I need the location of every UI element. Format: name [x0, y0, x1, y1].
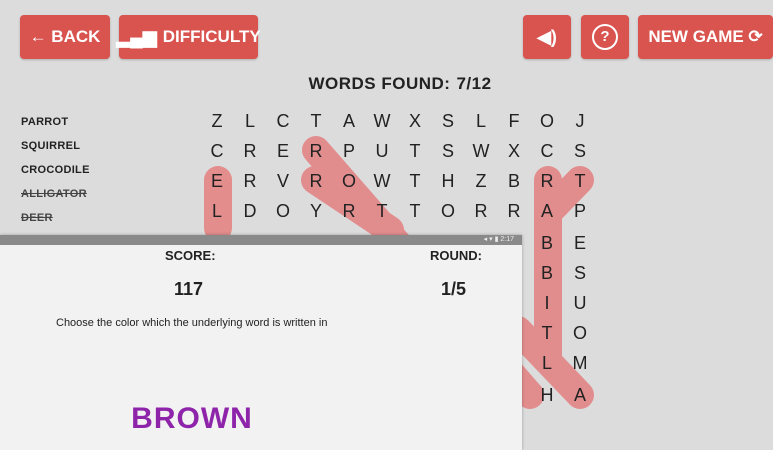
grid-letter[interactable]: Y — [299, 200, 333, 222]
grid-letter[interactable]: S — [563, 140, 597, 162]
grid-letter[interactable]: T — [365, 200, 399, 222]
grid-letter[interactable]: V — [266, 170, 300, 192]
sound-button[interactable]: ◀) — [523, 15, 571, 59]
new-game-button[interactable]: NEW GAME ⟳ — [638, 15, 773, 59]
grid-letter[interactable]: L — [233, 110, 267, 132]
grid-letter[interactable]: E — [266, 140, 300, 162]
grid-letter[interactable]: R — [530, 170, 564, 192]
grid-letter[interactable]: R — [299, 140, 333, 162]
grid-letter[interactable]: R — [299, 170, 333, 192]
grid-letter[interactable]: C — [530, 140, 564, 162]
grid-letter[interactable]: F — [497, 110, 531, 132]
grid-letter[interactable]: P — [563, 200, 597, 222]
word-list-item-found: DEER — [21, 212, 53, 224]
grid-letter[interactable]: T — [563, 170, 597, 192]
grid-letter[interactable]: R — [332, 200, 366, 222]
word-list-item: SQUIRREL — [21, 140, 81, 152]
score-value: 117 — [174, 279, 204, 299]
grid-letter[interactable]: B — [530, 262, 564, 284]
grid-letter[interactable]: T — [530, 322, 564, 344]
grid-letter[interactable]: O — [431, 200, 465, 222]
grid-letter[interactable]: S — [563, 262, 597, 284]
instruction-text: Choose the color which the underlying wo… — [56, 317, 328, 329]
grid-letter[interactable]: T — [398, 140, 432, 162]
grid-letter[interactable]: O — [266, 200, 300, 222]
speaker-icon: ◀) — [537, 27, 557, 47]
difficulty-button[interactable]: ▂▄▆ DIFFICULTY — [116, 15, 261, 59]
grid-letter[interactable]: H — [431, 170, 465, 192]
word-list-item-found: ALLIGATOR — [21, 188, 87, 200]
grid-letter[interactable]: D — [233, 200, 267, 222]
grid-letter[interactable]: O — [332, 170, 366, 192]
grid-letter[interactable]: T — [299, 110, 333, 132]
color-word-button[interactable]: BROWN — [0, 402, 384, 436]
help-circle-icon: ? — [592, 24, 618, 50]
grid-letter[interactable]: H — [530, 384, 564, 406]
grid-letter[interactable]: T — [398, 170, 432, 192]
grid-letter[interactable]: S — [431, 140, 465, 162]
help-button[interactable]: ? — [581, 15, 629, 59]
grid-letter[interactable]: J — [563, 110, 597, 132]
round-label: ROUND: — [430, 248, 482, 263]
color-quiz-overlay: ◂ ▾ ▮ 2:17 SCORE: 117 ROUND: 1/5 Choose … — [0, 235, 522, 450]
grid-letter[interactable]: O — [563, 322, 597, 344]
grid-letter[interactable]: R — [233, 170, 267, 192]
word-list-item: CROCODILE — [21, 164, 90, 176]
grid-letter[interactable]: L — [464, 110, 498, 132]
words-found: WORDS FOUND: 7/12 — [0, 74, 773, 94]
grid-letter[interactable]: O — [530, 110, 564, 132]
round-value: 1/5 — [441, 279, 467, 299]
grid-letter[interactable]: B — [530, 232, 564, 254]
grid-letter[interactable]: W — [365, 110, 399, 132]
grid-letter[interactable]: L — [200, 200, 234, 222]
back-button[interactable]: ← BACK — [20, 15, 110, 59]
grid-letter[interactable]: B — [497, 170, 531, 192]
grid-letter[interactable]: X — [398, 110, 432, 132]
bar-chart-icon: ▂▄▆ — [116, 27, 157, 47]
score-label: SCORE: — [165, 248, 216, 263]
grid-letter[interactable]: R — [497, 200, 531, 222]
grid-letter[interactable]: W — [464, 140, 498, 162]
word-list-item: PARROT — [21, 116, 69, 128]
words-found-value: 7/12 — [456, 74, 492, 93]
grid-letter[interactable]: T — [398, 200, 432, 222]
grid-letter[interactable]: C — [200, 140, 234, 162]
grid-letter[interactable]: U — [365, 140, 399, 162]
grid-letter[interactable]: R — [464, 200, 498, 222]
grid-letter[interactable]: W — [365, 170, 399, 192]
grid-letter[interactable]: Z — [464, 170, 498, 192]
grid-letter[interactable]: A — [332, 110, 366, 132]
grid-letter[interactable]: I — [530, 292, 564, 314]
grid-letter[interactable]: X — [497, 140, 531, 162]
grid-letter[interactable]: C — [266, 110, 300, 132]
grid-letter[interactable]: Z — [200, 110, 234, 132]
grid-letter[interactable]: A — [530, 200, 564, 222]
word-search-screen: ← BACK ▂▄▆ DIFFICULTY ◀) ? NEW GAME ⟳ WO… — [0, 0, 773, 450]
grid-letter[interactable]: E — [200, 170, 234, 192]
grid-letter[interactable]: A — [563, 384, 597, 406]
grid-letter[interactable]: S — [431, 110, 465, 132]
grid-letter[interactable]: R — [233, 140, 267, 162]
grid-letter[interactable]: P — [332, 140, 366, 162]
grid-letter[interactable]: E — [563, 232, 597, 254]
grid-letter[interactable]: L — [530, 352, 564, 374]
status-bar: ◂ ▾ ▮ 2:17 — [0, 235, 522, 245]
grid-letter[interactable]: M — [563, 352, 597, 374]
words-found-label: WORDS FOUND: — [308, 74, 451, 93]
grid-letter[interactable]: U — [563, 292, 597, 314]
